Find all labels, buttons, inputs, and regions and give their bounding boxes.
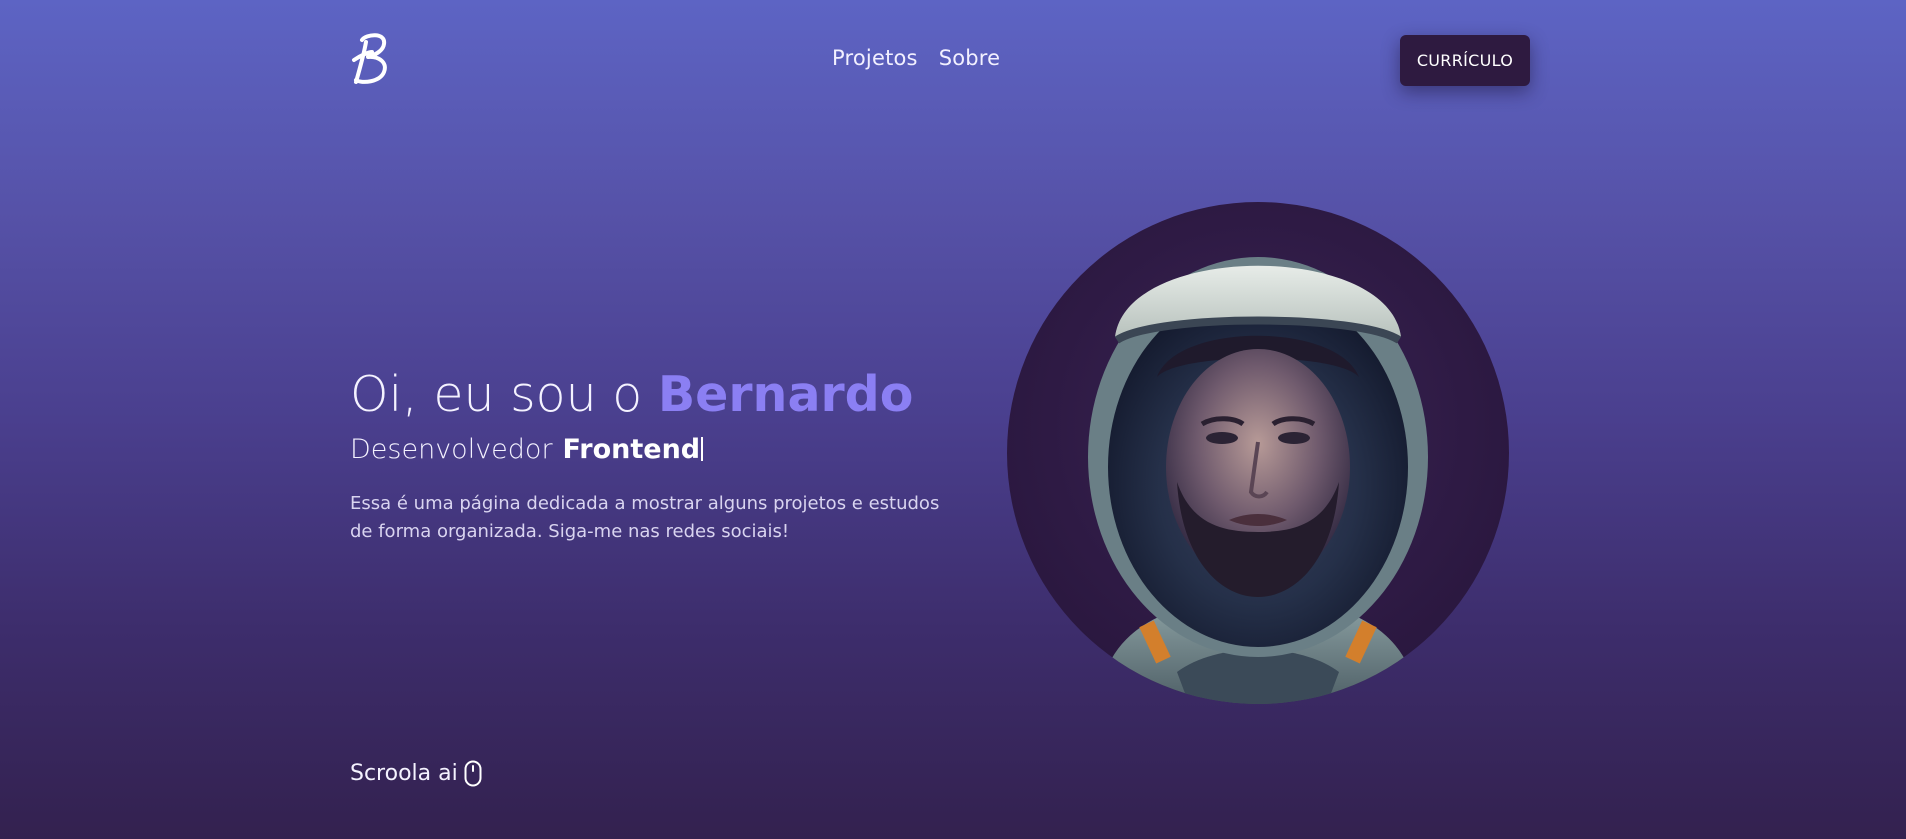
hero-greeting: Oi, eu sou o Bernardo <box>350 362 970 428</box>
astronaut-portrait <box>1007 202 1509 704</box>
logo-icon[interactable] <box>348 30 396 88</box>
role-highlight: Frontend <box>562 434 701 465</box>
role-prefix: Desenvolvedor <box>350 434 553 465</box>
main-nav: Projetos Sobre <box>832 46 1000 70</box>
nav-link-projetos[interactable]: Projetos <box>832 46 918 70</box>
greeting-prefix: Oi, eu sou o <box>350 366 643 423</box>
hero-name: Bernardo <box>657 366 914 423</box>
scroll-hint[interactable]: Scroola ai <box>350 760 482 787</box>
scroll-label: Scroola ai <box>350 761 458 786</box>
nav-link-sobre[interactable]: Sobre <box>939 46 1001 70</box>
hero-intro: Oi, eu sou o Bernardo Desenvolvedor Front… <box>350 362 970 564</box>
hero-description: Essa é uma página dedicada a mostrar alg… <box>350 493 940 542</box>
mouse-icon <box>464 760 482 787</box>
typing-cursor <box>701 437 704 461</box>
hero-role: Desenvolvedor Frontend <box>350 430 970 470</box>
astronaut-portrait-icon <box>1088 257 1428 704</box>
site-header: Projetos Sobre CURRÍCULO <box>0 0 1906 120</box>
curriculo-button[interactable]: CURRÍCULO <box>1400 35 1530 86</box>
